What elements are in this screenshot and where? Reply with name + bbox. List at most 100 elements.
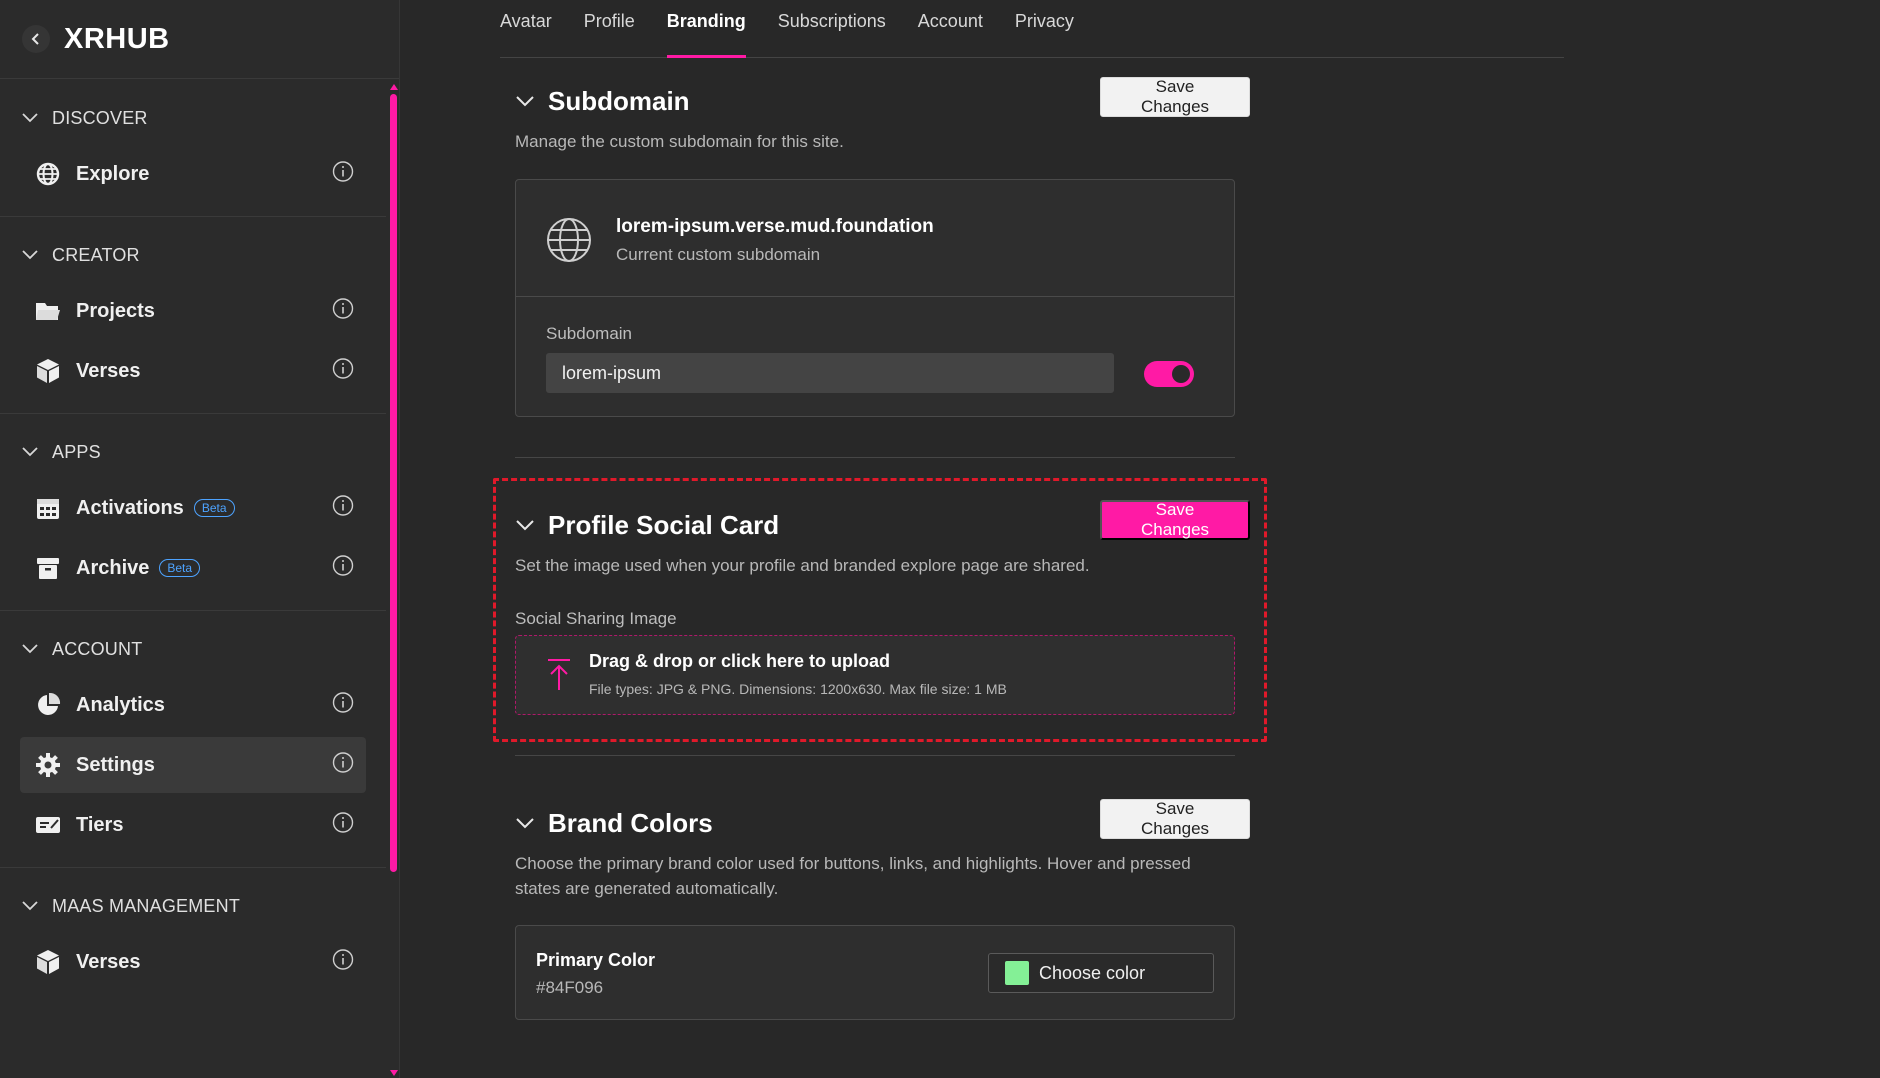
chevron-down-icon	[22, 113, 38, 123]
tab-avatar[interactable]: Avatar	[500, 0, 552, 57]
sidebar-item-tiers[interactable]: Tiers	[20, 797, 366, 853]
current-domain: lorem-ipsum.verse.mud.foundation	[616, 216, 934, 237]
toggle-knob	[1172, 365, 1190, 383]
section-title: APPS	[52, 441, 101, 462]
image-upload-dropzone[interactable]: Drag & drop or click here to upload File…	[515, 635, 1235, 715]
section-title: Profile Social Card	[548, 510, 780, 540]
choose-color-button[interactable]: Choose color	[988, 953, 1214, 993]
current-domain-caption: Current custom subdomain	[616, 245, 821, 264]
folder-icon	[34, 297, 62, 325]
sidebar-item-maas-verses[interactable]: Verses	[20, 934, 366, 990]
subdomain-toggle[interactable]	[1144, 361, 1194, 387]
subdomain-description: Manage the custom subdomain for this sit…	[515, 132, 844, 151]
info-icon[interactable]	[332, 161, 354, 188]
chevron-down-icon	[22, 901, 38, 911]
nav-section-discover: DISCOVER Explore	[0, 80, 386, 217]
save-subdomain-button[interactable]: Save Changes	[1100, 77, 1250, 117]
primary-color-value: #84F096	[536, 978, 604, 997]
sidebar-item-archive[interactable]: Archive Beta	[20, 540, 366, 596]
nav-section-maas: MAAS MANAGEMENT Verses	[0, 868, 386, 1004]
section-title: CREATOR	[52, 244, 140, 265]
beta-badge: Beta	[193, 499, 235, 517]
tab-profile[interactable]: Profile	[584, 0, 635, 57]
sidebar-item-analytics[interactable]: Analytics	[20, 677, 366, 733]
section-title: Brand Colors	[548, 808, 713, 838]
nav-section-apps: APPS Activations Beta Archive Beta	[0, 414, 386, 611]
section-toggle-maas[interactable]: MAAS MANAGEMENT	[0, 882, 386, 930]
sidebar-item-activations[interactable]: Activations Beta	[20, 480, 366, 536]
subdomain-field-label: Subdomain	[546, 324, 633, 343]
beta-badge: Beta	[159, 559, 201, 577]
subdomain-input[interactable]: lorem-ipsum	[546, 353, 1114, 393]
nav-section-creator: CREATOR Projects Verses	[0, 217, 386, 414]
sidebar-item-label: Verses	[76, 950, 141, 973]
section-toggle-creator[interactable]: CREATOR	[0, 231, 386, 279]
sidebar-item-label: Archive	[76, 556, 150, 579]
info-icon[interactable]	[332, 752, 354, 779]
section-toggle-discover[interactable]: DISCOVER	[0, 94, 386, 142]
save-social-card-button[interactable]: Save Changes	[1100, 500, 1250, 540]
primary-color-label: Primary Color	[536, 950, 656, 970]
calendar-icon	[34, 494, 62, 522]
save-brand-colors-button[interactable]: Save Changes	[1100, 799, 1250, 839]
info-icon[interactable]	[332, 812, 354, 839]
scroll-up-arrow[interactable]	[390, 84, 398, 90]
tab-branding[interactable]: Branding	[666, 0, 746, 58]
gear-icon	[34, 751, 62, 779]
brand-colors-description-line2: states are generated automatically.	[515, 879, 779, 898]
current-subdomain-row: lorem-ipsum.verse.mud.foundation Current…	[516, 180, 1234, 297]
choose-color-label: Choose color	[1039, 962, 1146, 983]
cube-icon	[34, 357, 62, 385]
tab-account[interactable]: Account	[918, 0, 983, 57]
social-card-section-toggle[interactable]: Profile Social Card	[516, 510, 779, 541]
section-toggle-account[interactable]: ACCOUNT	[0, 625, 386, 673]
sidebar-item-explore[interactable]: Explore	[20, 146, 366, 202]
color-swatch	[1005, 961, 1029, 985]
section-toggle-apps[interactable]: APPS	[0, 428, 386, 476]
sidebar-item-projects[interactable]: Projects	[20, 283, 366, 339]
nav-scroll-area: DISCOVER Explore CREATOR Projects Verses…	[0, 80, 386, 1078]
sidebar-item-label: Verses	[76, 359, 141, 382]
sidebar-item-settings[interactable]: Settings	[20, 737, 366, 793]
chevron-left-icon	[31, 33, 39, 45]
tab-privacy[interactable]: Privacy	[1015, 0, 1074, 57]
upload-title: Drag & drop or click here to upload	[589, 651, 891, 671]
sidebar-item-label: Projects	[76, 299, 155, 322]
brand-colors-description-line1: Choose the primary brand color used for …	[515, 854, 1191, 873]
archive-icon	[34, 554, 62, 582]
info-icon[interactable]	[332, 495, 354, 522]
section-title: Subdomain	[548, 86, 690, 116]
ticket-icon	[34, 811, 62, 839]
globe-icon	[547, 218, 591, 262]
section-title: DISCOVER	[52, 107, 148, 128]
scroll-down-arrow[interactable]	[390, 1070, 398, 1076]
info-icon[interactable]	[332, 692, 354, 719]
settings-tabs: Avatar Profile Branding Subscriptions Ac…	[500, 0, 1564, 58]
chevron-down-icon	[516, 96, 534, 107]
nav-section-account: ACCOUNT Analytics Settings Tiers	[0, 611, 386, 868]
info-icon[interactable]	[332, 949, 354, 976]
social-card-description: Set the image used when your profile and…	[515, 556, 1090, 575]
cube-icon	[34, 948, 62, 976]
info-icon[interactable]	[332, 298, 354, 325]
section-divider	[515, 755, 1235, 756]
chevron-down-icon	[22, 250, 38, 260]
sidebar-scrollbar[interactable]	[390, 94, 397, 872]
globe-icon	[34, 160, 62, 188]
chevron-down-icon	[516, 818, 534, 829]
brand-colors-section-toggle[interactable]: Brand Colors	[516, 808, 713, 839]
section-divider	[515, 457, 1235, 458]
sidebar-item-label: Activations	[76, 496, 184, 519]
info-icon[interactable]	[332, 555, 354, 582]
subdomain-section-toggle[interactable]: Subdomain	[516, 86, 690, 117]
chevron-down-icon	[22, 447, 38, 457]
info-icon[interactable]	[332, 358, 354, 385]
sidebar-item-label: Tiers	[76, 813, 124, 836]
sidebar-item-label: Analytics	[76, 693, 165, 716]
tab-subscriptions[interactable]: Subscriptions	[778, 0, 886, 57]
sidebar-item-verses[interactable]: Verses	[20, 343, 366, 399]
app-title: XRHUB	[64, 22, 170, 55]
section-title: ACCOUNT	[52, 638, 143, 659]
section-title: MAAS MANAGEMENT	[52, 895, 241, 916]
back-button[interactable]	[22, 25, 50, 53]
